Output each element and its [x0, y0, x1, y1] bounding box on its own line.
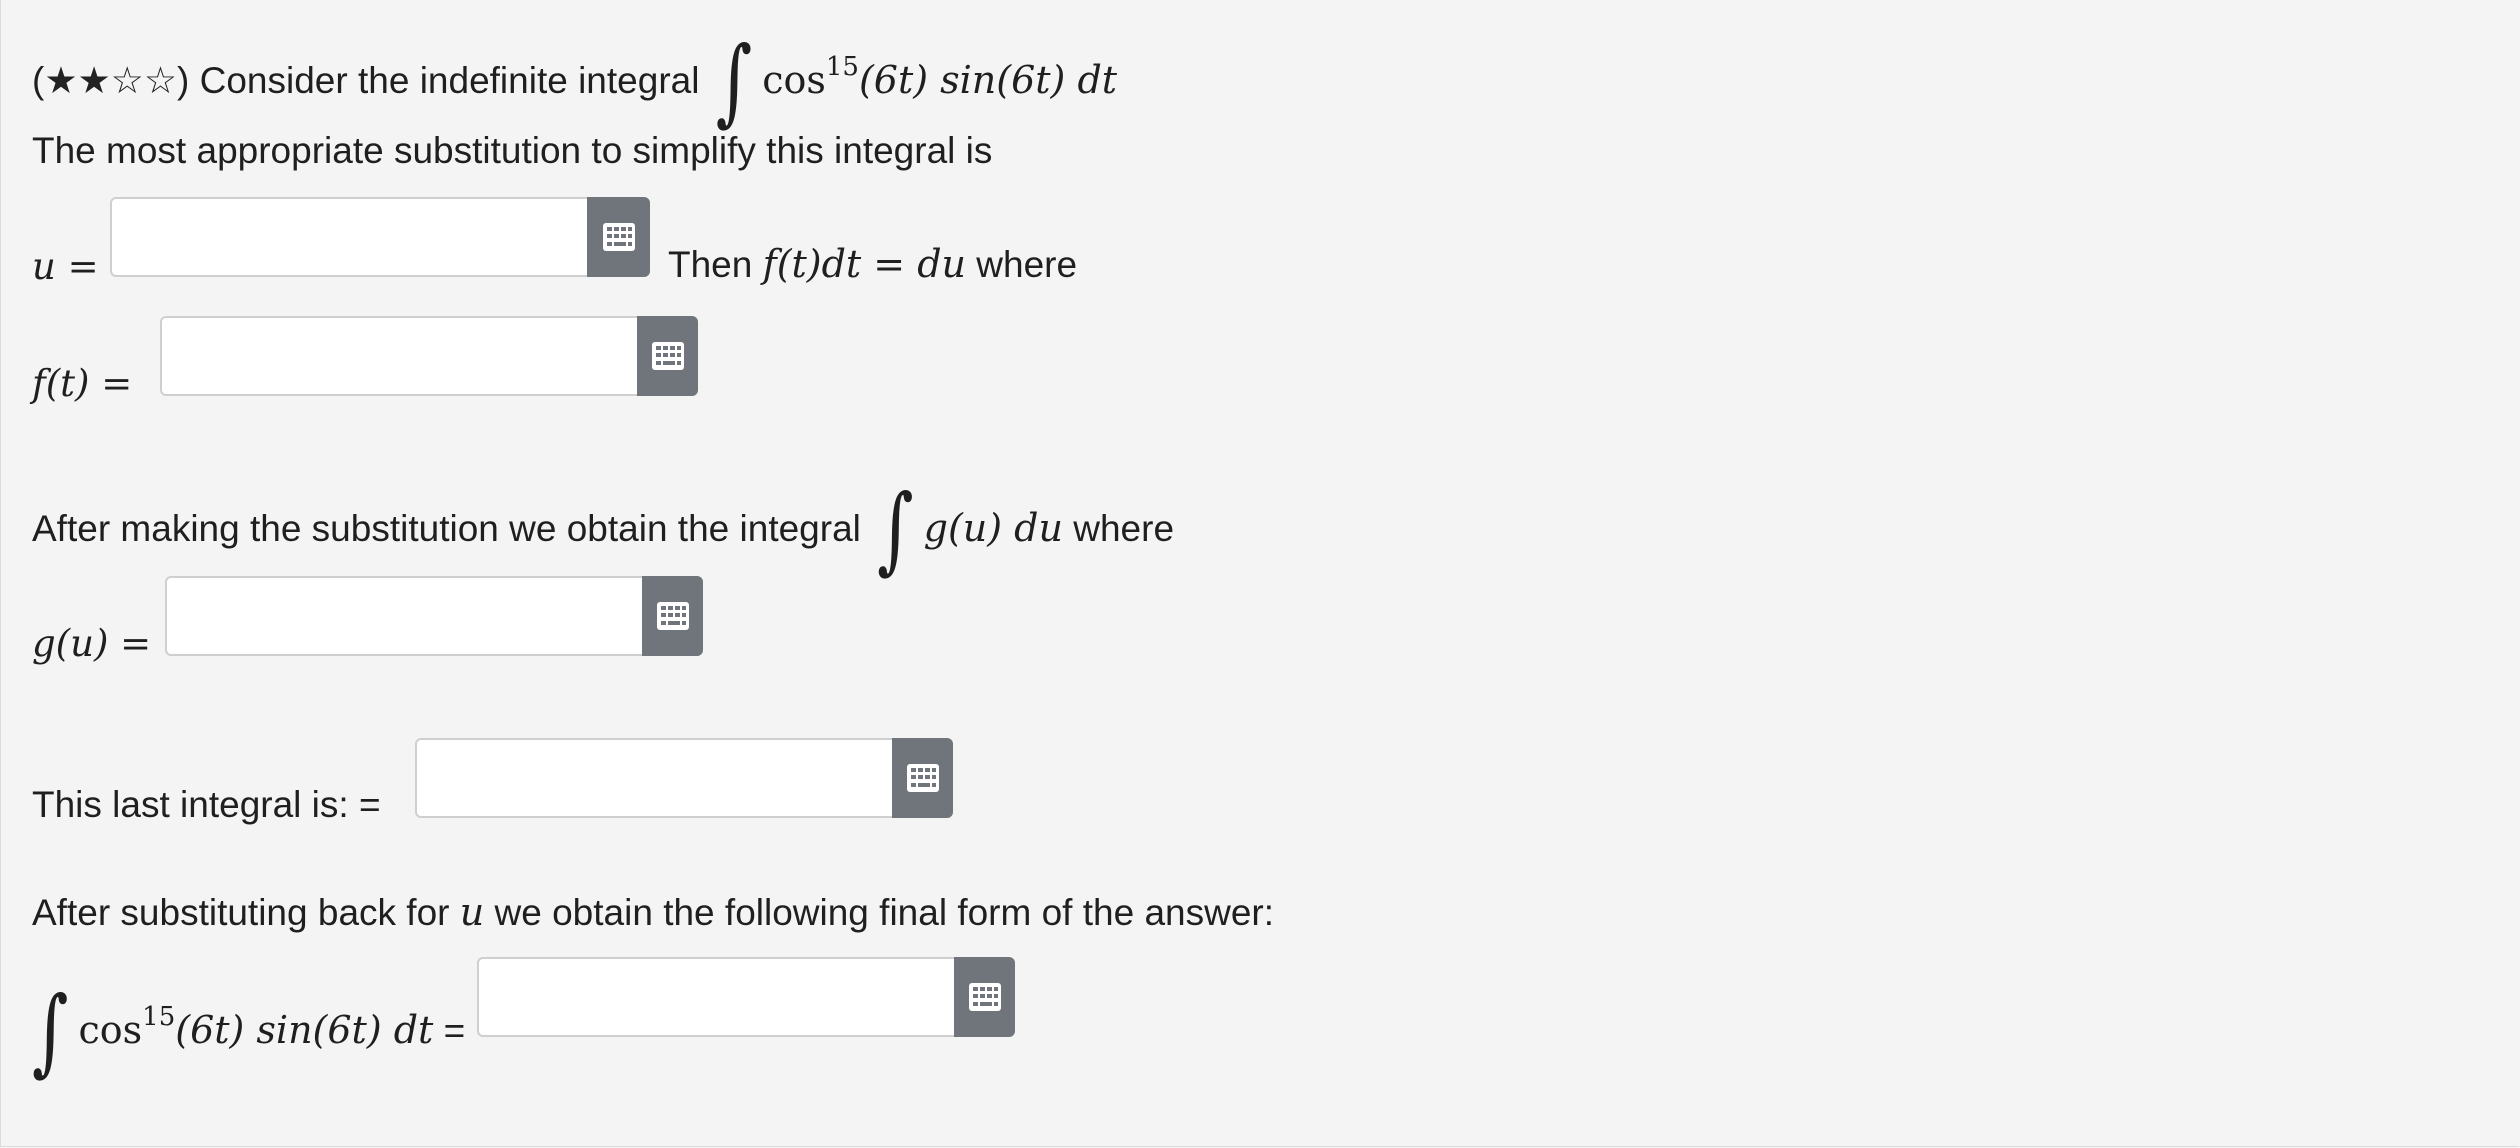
integral-sign: ∫	[32, 975, 69, 1087]
difficulty-stars-filled: ★★	[44, 60, 111, 101]
difficulty-stars-empty: ☆☆	[110, 60, 178, 101]
final-keyboard-button[interactable]	[954, 957, 1015, 1037]
final-answer-group	[477, 957, 1015, 1037]
integral-sign: ∫	[877, 473, 914, 585]
back-substitution-line: After substituting back for u we obtain …	[32, 890, 1275, 934]
f-keyboard-button[interactable]	[637, 316, 698, 396]
u-input[interactable]	[112, 199, 587, 275]
last-integral-input[interactable]	[417, 740, 892, 816]
final-answer-input[interactable]	[479, 959, 954, 1035]
g-input[interactable]	[167, 578, 642, 654]
keyboard-grid-icon	[968, 983, 1001, 1011]
g-answer-group	[165, 576, 703, 656]
g-label: g(u) =	[32, 622, 152, 665]
substitution-prompt: The most appropriate substitution to sim…	[32, 130, 993, 171]
f-input[interactable]	[162, 318, 637, 394]
keyboard-grid-icon	[906, 764, 939, 792]
keyboard-grid-icon	[602, 223, 635, 251]
last-integral-label: This last integral is: =	[32, 784, 381, 825]
keyboard-grid-icon	[656, 602, 689, 630]
u-answer-group	[110, 197, 650, 277]
question-intro: Consider the indefinite integral	[199, 60, 700, 101]
last-integral-keyboard-button[interactable]	[892, 738, 953, 818]
after-substitution-line: After making the substitution we obtain …	[32, 473, 1175, 585]
then-statement: Then f(t)dt = du where	[668, 242, 1078, 286]
question-header: (★★☆☆) Consider the indefinite integral …	[32, 25, 1118, 137]
last-integral-answer-group	[415, 738, 953, 818]
final-integral-expression: ∫ cos15(6t) sin(6t) dt =	[32, 975, 466, 1087]
keyboard-grid-icon	[651, 342, 684, 370]
integrand: cos15(6t) sin(6t) dt	[762, 52, 1118, 102]
u-keyboard-button[interactable]	[587, 197, 650, 277]
f-answer-group	[160, 316, 698, 396]
question-frame	[0, 0, 2519, 1147]
u-label: u =	[32, 245, 99, 288]
f-label: f(t) =	[32, 362, 133, 405]
g-keyboard-button[interactable]	[642, 576, 703, 656]
integral-sign: ∫	[715, 25, 753, 137]
